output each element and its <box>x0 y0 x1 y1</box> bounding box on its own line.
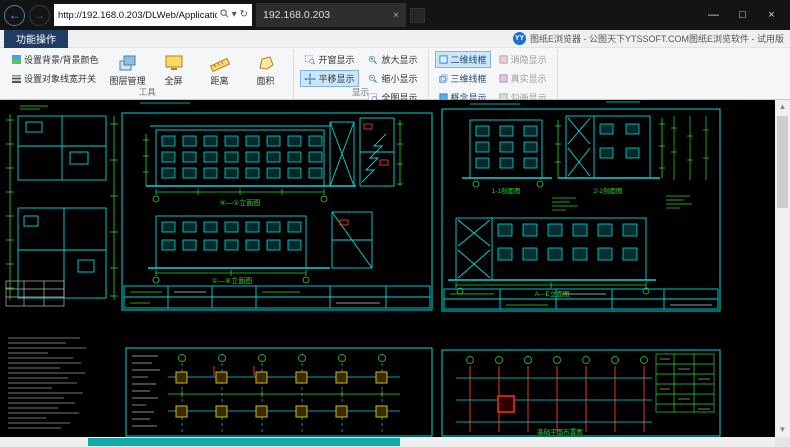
realistic-label: 真实显示 <box>511 72 547 85</box>
address-dropdown-icon[interactable]: ▾ <box>232 10 237 20</box>
url-text[interactable]: http://192.168.0.203/DLWeb/Application/Y… <box>58 10 217 21</box>
top-left-green-notes <box>20 106 48 109</box>
search-icon[interactable] <box>220 9 229 21</box>
browser-window: ← → http://192.168.0.203/DLWeb/Applicati… <box>0 0 790 447</box>
sheet-elevations-2: 1-1剖面图 2-2剖面图 <box>442 109 720 311</box>
distance-button[interactable]: 距离 <box>199 51 241 89</box>
new-tab-button[interactable] <box>410 8 425 23</box>
command-bar: 功能操作 YY 图纸E浏览器 - 公图天下YTSSOFT.COM图纸E浏览软件 … <box>0 30 790 48</box>
hidden-mode-label: 消隐显示 <box>511 53 547 66</box>
display-group-label: 显示 <box>294 86 428 98</box>
wireframe-2d-label: 二维线框 <box>451 53 487 66</box>
maximize-button[interactable]: □ <box>728 4 757 26</box>
scrollbar-corner <box>775 437 790 447</box>
zoom-window-label: 开窗显示 <box>319 53 355 66</box>
address-bar[interactable]: http://192.168.0.203/DLWeb/Application/Y… <box>54 4 252 26</box>
background-color-icon <box>12 55 21 64</box>
zoom-window-icon <box>304 54 316 66</box>
fullscreen-button[interactable]: 全屏 <box>153 51 195 89</box>
scroll-up-arrow[interactable]: ▲ <box>775 100 790 114</box>
elevation-2-label: ①—⑥立面图 <box>212 276 253 285</box>
sheet-plan-columns <box>126 348 432 436</box>
app-logo-icon: YY <box>513 32 526 45</box>
window-controls: — □ × <box>699 4 786 26</box>
highlighted-column <box>498 396 514 412</box>
green-notes-mid <box>552 198 578 210</box>
zoom-in-button[interactable]: 放大显示 <box>363 51 422 68</box>
set-linewidth-label: 设置对象线宽开关 <box>24 72 96 85</box>
top-edge-fragments <box>140 102 640 104</box>
horizontal-scrollbar-thumb[interactable] <box>88 438 400 446</box>
app-brand: YY 图纸E浏览器 - 公图天下YTSSOFT.COM图纸E浏览软件 - 试用版 <box>513 32 784 45</box>
title-block-2 <box>444 289 718 309</box>
close-button[interactable]: × <box>757 4 786 26</box>
ribbon-group-display: 开窗显示 平移显示 放大显示 <box>294 49 429 99</box>
foundation-plan-label: 基础平面布置图 <box>537 427 583 436</box>
zoom-in-icon <box>367 54 379 66</box>
zoom-in-label: 放大显示 <box>382 53 418 66</box>
wireframe-3d-icon <box>439 74 448 83</box>
fullscreen-icon <box>164 53 184 73</box>
area-icon <box>256 53 276 73</box>
set-background-button[interactable]: 设置背景/背景颜色 <box>8 51 103 68</box>
browser-tab[interactable]: 192.168.0.203 × <box>256 3 406 27</box>
wireframe-3d-label: 三维线框 <box>451 72 487 85</box>
left-small-table <box>6 281 64 306</box>
section-a-label: 1-1剖面图 <box>492 186 521 195</box>
zoom-window-button[interactable]: 开窗显示 <box>300 51 359 68</box>
wireframe-2d-icon <box>439 55 448 64</box>
tab-close-icon[interactable]: × <box>393 10 399 21</box>
layers-icon <box>118 53 138 73</box>
title-block-1 <box>124 286 430 308</box>
layer-manager-button[interactable]: 图层管理 <box>107 51 149 89</box>
set-linewidth-button[interactable]: 设置对象线宽开关 <box>8 70 103 87</box>
set-background-label: 设置背景/背景颜色 <box>24 53 99 66</box>
elevation-1-label: ⑥—①立面图 <box>220 198 261 207</box>
forward-button[interactable]: → <box>29 5 50 26</box>
ribbon: 设置背景/背景颜色 设置对象线宽开关 图层管理 全屏 <box>0 48 790 100</box>
section-b-label: 2-2剖面图 <box>594 186 623 195</box>
sheet-elevations-1: ⑥—①立面图 <box>122 113 432 310</box>
sheet-foundation-plan: 基础平面布置图 <box>442 350 720 436</box>
linewidth-icon <box>12 74 21 83</box>
main-elevation-label: A—E立面图 <box>535 289 570 298</box>
ribbon-group-tools: 设置背景/背景颜色 设置对象线宽开关 图层管理 全屏 <box>2 49 294 99</box>
browser-titlebar: ← → http://192.168.0.203/DLWeb/Applicati… <box>0 0 790 30</box>
ribbon-tab-function[interactable]: 功能操作 <box>4 30 68 48</box>
scroll-down-arrow[interactable]: ▼ <box>775 423 790 437</box>
pan-label: 平移显示 <box>319 72 355 85</box>
pan-button[interactable]: 平移显示 <box>300 70 359 87</box>
wireframe-3d-toggle[interactable]: 三维线框 <box>435 70 491 87</box>
vertical-scrollbar[interactable]: ▲ ▼ <box>775 100 790 437</box>
horizontal-scrollbar[interactable] <box>0 437 775 447</box>
hidden-mode-toggle[interactable]: 消隐显示 <box>495 51 551 68</box>
refresh-icon[interactable]: ↻ <box>240 10 248 20</box>
minimize-button[interactable]: — <box>699 4 728 26</box>
notes-text-block <box>8 338 86 428</box>
tab-title: 192.168.0.203 <box>263 9 330 21</box>
left-plan-fragment <box>18 116 106 298</box>
back-button[interactable]: ← <box>4 5 25 26</box>
hidden-mode-icon <box>499 55 508 64</box>
ruler-icon <box>210 53 230 73</box>
tools-group-label: 工具 <box>2 86 293 98</box>
realistic-icon <box>499 74 508 83</box>
cad-viewport[interactable]: ⑥—①立面图 <box>0 100 790 447</box>
app-info-text: 图纸E浏览器 - 公图天下YTSSOFT.COM图纸E浏览软件 - 试用版 <box>530 32 784 45</box>
cad-canvas[interactable]: ⑥—①立面图 <box>0 100 775 437</box>
stair-section-1 <box>360 118 403 186</box>
green-dimension-stack <box>666 116 709 208</box>
ribbon-group-render-modes: 二维线框 三维线框 概念显示 <box>429 49 558 99</box>
realistic-toggle[interactable]: 真实显示 <box>495 70 551 87</box>
zoom-out-button[interactable]: 缩小显示 <box>363 70 422 87</box>
pan-icon <box>304 73 316 85</box>
zoom-out-label: 缩小显示 <box>382 72 418 85</box>
wireframe-2d-toggle[interactable]: 二维线框 <box>435 51 491 68</box>
area-button[interactable]: 面积 <box>245 51 287 89</box>
schedule-table <box>656 354 714 412</box>
zoom-out-icon <box>367 73 379 85</box>
vertical-scrollbar-thumb[interactable] <box>777 116 788 208</box>
